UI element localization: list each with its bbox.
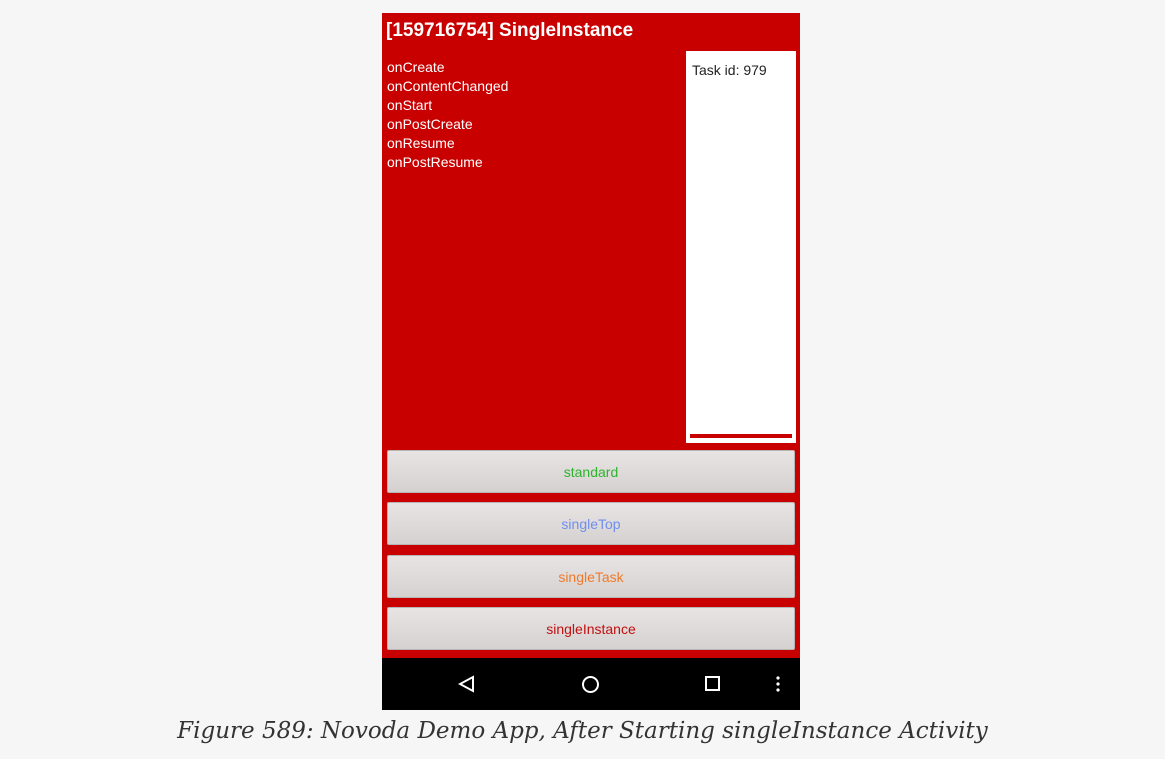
log-entry: onCreate (387, 59, 445, 75)
standard-button-label: standard (563, 463, 619, 480)
standard-button[interactable]: standard (387, 450, 795, 493)
recents-square-icon[interactable] (704, 675, 721, 692)
log-entry: onContentChanged (387, 78, 509, 94)
log-entry: onPostCreate (387, 116, 473, 132)
figure-caption: Figure 589: Novoda Demo App, After Start… (177, 718, 988, 744)
task-panel-bar (690, 434, 792, 438)
back-triangle-icon[interactable] (458, 675, 476, 693)
navigation-bar (382, 658, 800, 710)
home-circle-icon[interactable] (581, 675, 600, 694)
task-id-label: Task id: 979 (692, 62, 767, 78)
overflow-dots-icon[interactable] (775, 675, 781, 693)
log-entry: onResume (387, 135, 455, 151)
task-panel: Task id: 979 (686, 51, 796, 443)
log-entry: onStart (387, 97, 433, 113)
single-top-button-label: singleTop (561, 515, 621, 532)
app-title: [159716754] SingleInstance (386, 20, 634, 41)
single-task-button[interactable]: singleTask (387, 555, 795, 598)
single-instance-button[interactable]: singleInstance (387, 607, 795, 650)
log-entry: onPostResume (387, 154, 483, 170)
lifecycle-log: onCreate onContentChanged onStart onPost… (387, 58, 508, 172)
single-task-button-label: singleTask (558, 568, 624, 585)
phone-screen: [159716754] SingleInstance onCreate onCo… (382, 13, 800, 710)
single-top-button[interactable]: singleTop (387, 502, 795, 545)
single-instance-button-label: singleInstance (546, 620, 636, 637)
